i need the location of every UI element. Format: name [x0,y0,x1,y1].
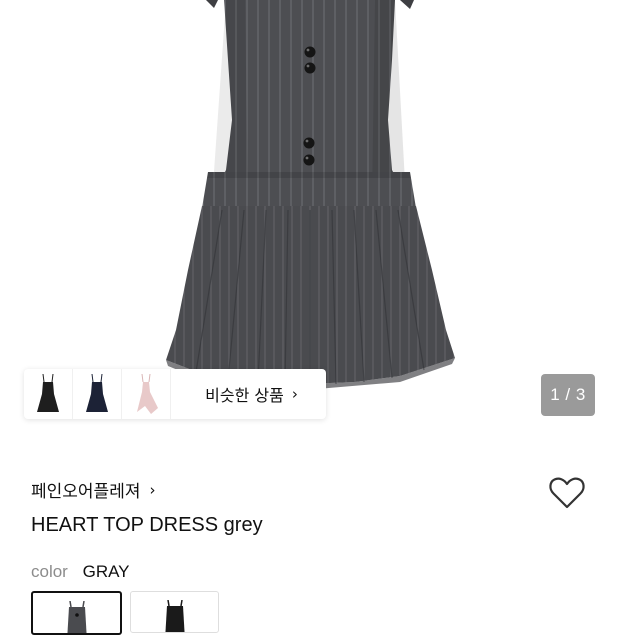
similar-thumb-pink-asymmetric-dress[interactable] [122,369,171,419]
product-title: HEART TOP DRESS grey [31,514,263,536]
similar-products-label: 비슷한 상품 [205,386,284,405]
color-option-label: color [31,562,68,581]
color-option-row: color GRAY [31,562,130,582]
color-swatch-black[interactable] [130,591,219,633]
similar-thumb-navy-slip-dress[interactable] [73,369,122,419]
similar-products-bar[interactable]: 비슷한 상품 › [24,369,326,419]
heart-outline-icon [549,477,585,509]
dress-thumbnail-icon [37,373,59,412]
chevron-right-icon: › [291,385,298,403]
color-swatch-gray[interactable] [31,591,122,635]
similar-products-link[interactable]: 비슷한 상품 › [171,382,326,406]
dress-thumbnail-icon [86,373,108,412]
chevron-right-icon: › [149,480,156,499]
similar-thumb-black-slip-dress[interactable] [24,369,73,419]
wishlist-button[interactable] [548,475,586,511]
image-page-counter: 1 / 3 [541,374,595,416]
dress-thumbnail-icon [66,601,87,633]
brand-link[interactable]: 페인오어플레져 › [31,477,156,503]
dress-thumbnail-icon [137,373,158,414]
color-option-value: GRAY [82,562,130,581]
dress-thumbnail-icon [164,600,185,632]
brand-name: 페인오어플레져 [31,482,141,502]
